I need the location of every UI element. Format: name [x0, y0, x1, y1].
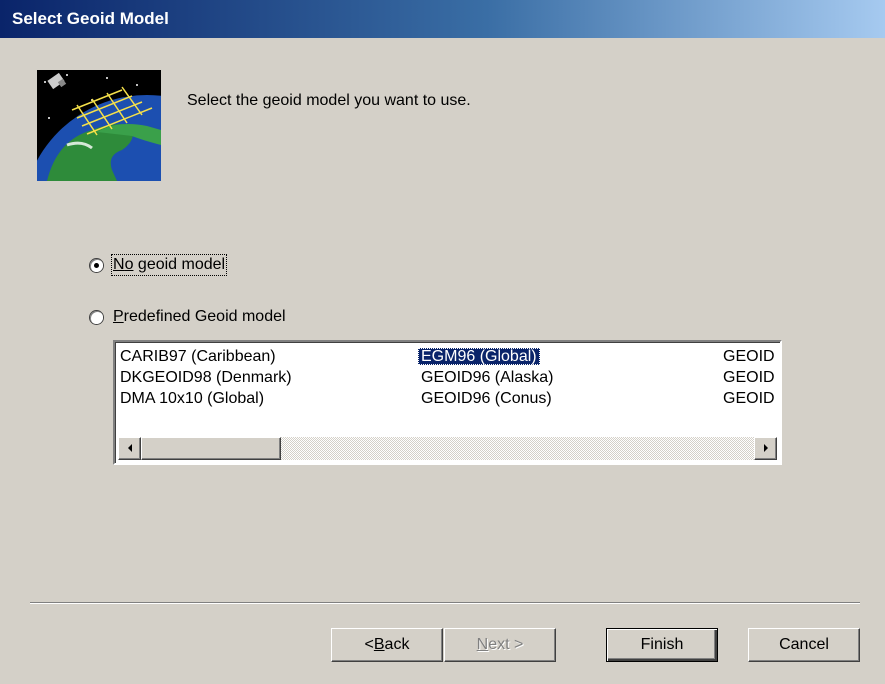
list-column: CARIB97 (Caribbean) DKGEOID98 (Denmark) … [120, 346, 370, 409]
next-button[interactable]: Next > [444, 628, 556, 662]
geoid-model-list[interactable]: CARIB97 (Caribbean) DKGEOID98 (Denmark) … [113, 340, 782, 465]
no-geoid-model-option[interactable]: No geoid model [90, 254, 228, 276]
list-item[interactable]: GEOID96 (Conus) [421, 388, 671, 409]
title-bar: Select Geoid Model [0, 0, 885, 38]
predefined-geoid-model-label[interactable]: Predefined Geoid model [113, 308, 286, 326]
list-item[interactable]: CARIB97 (Caribbean) [120, 346, 370, 367]
back-button[interactable]: < Back [331, 628, 443, 662]
instruction-text: Select the geoid model you want to use. [187, 92, 471, 109]
no-geoid-model-label[interactable]: No geoid model [110, 254, 228, 276]
finish-button[interactable]: Finish [606, 628, 718, 662]
list-item[interactable]: GEOID [723, 346, 779, 367]
list-item[interactable]: DMA 10x10 (Global) [120, 388, 370, 409]
radio-selected-dot [94, 262, 99, 268]
predefined-geoid-model-option[interactable]: Predefined Geoid model [90, 308, 286, 326]
list-item[interactable]: GEOID96 (Alaska) [421, 367, 671, 388]
list-item[interactable]: DKGEOID98 (Denmark) [120, 367, 370, 388]
list-item[interactable]: GEOID [723, 388, 779, 409]
list-item-selected[interactable]: EGM96 (Global) [418, 348, 540, 365]
no-geoid-model-radio[interactable] [90, 258, 103, 272]
horizontal-scrollbar[interactable] [118, 437, 777, 460]
arrow-left-icon [127, 444, 132, 452]
cancel-button[interactable]: Cancel [748, 628, 860, 662]
scroll-left-button[interactable] [118, 437, 141, 460]
satellite-earth-icon [37, 70, 161, 181]
list-column: EGM96 (Global) GEOID96 (Alaska) GEOID96 … [418, 346, 671, 409]
scroll-right-button[interactable] [754, 437, 777, 460]
list-item[interactable]: GEOID [723, 367, 779, 388]
predefined-geoid-model-radio[interactable] [90, 310, 103, 324]
arrow-right-icon [763, 444, 768, 452]
list-column: GEOID GEOID GEOID [723, 346, 779, 409]
footer-separator [30, 602, 860, 604]
scroll-thumb[interactable] [141, 437, 281, 460]
window-title: Select Geoid Model [12, 9, 169, 28]
